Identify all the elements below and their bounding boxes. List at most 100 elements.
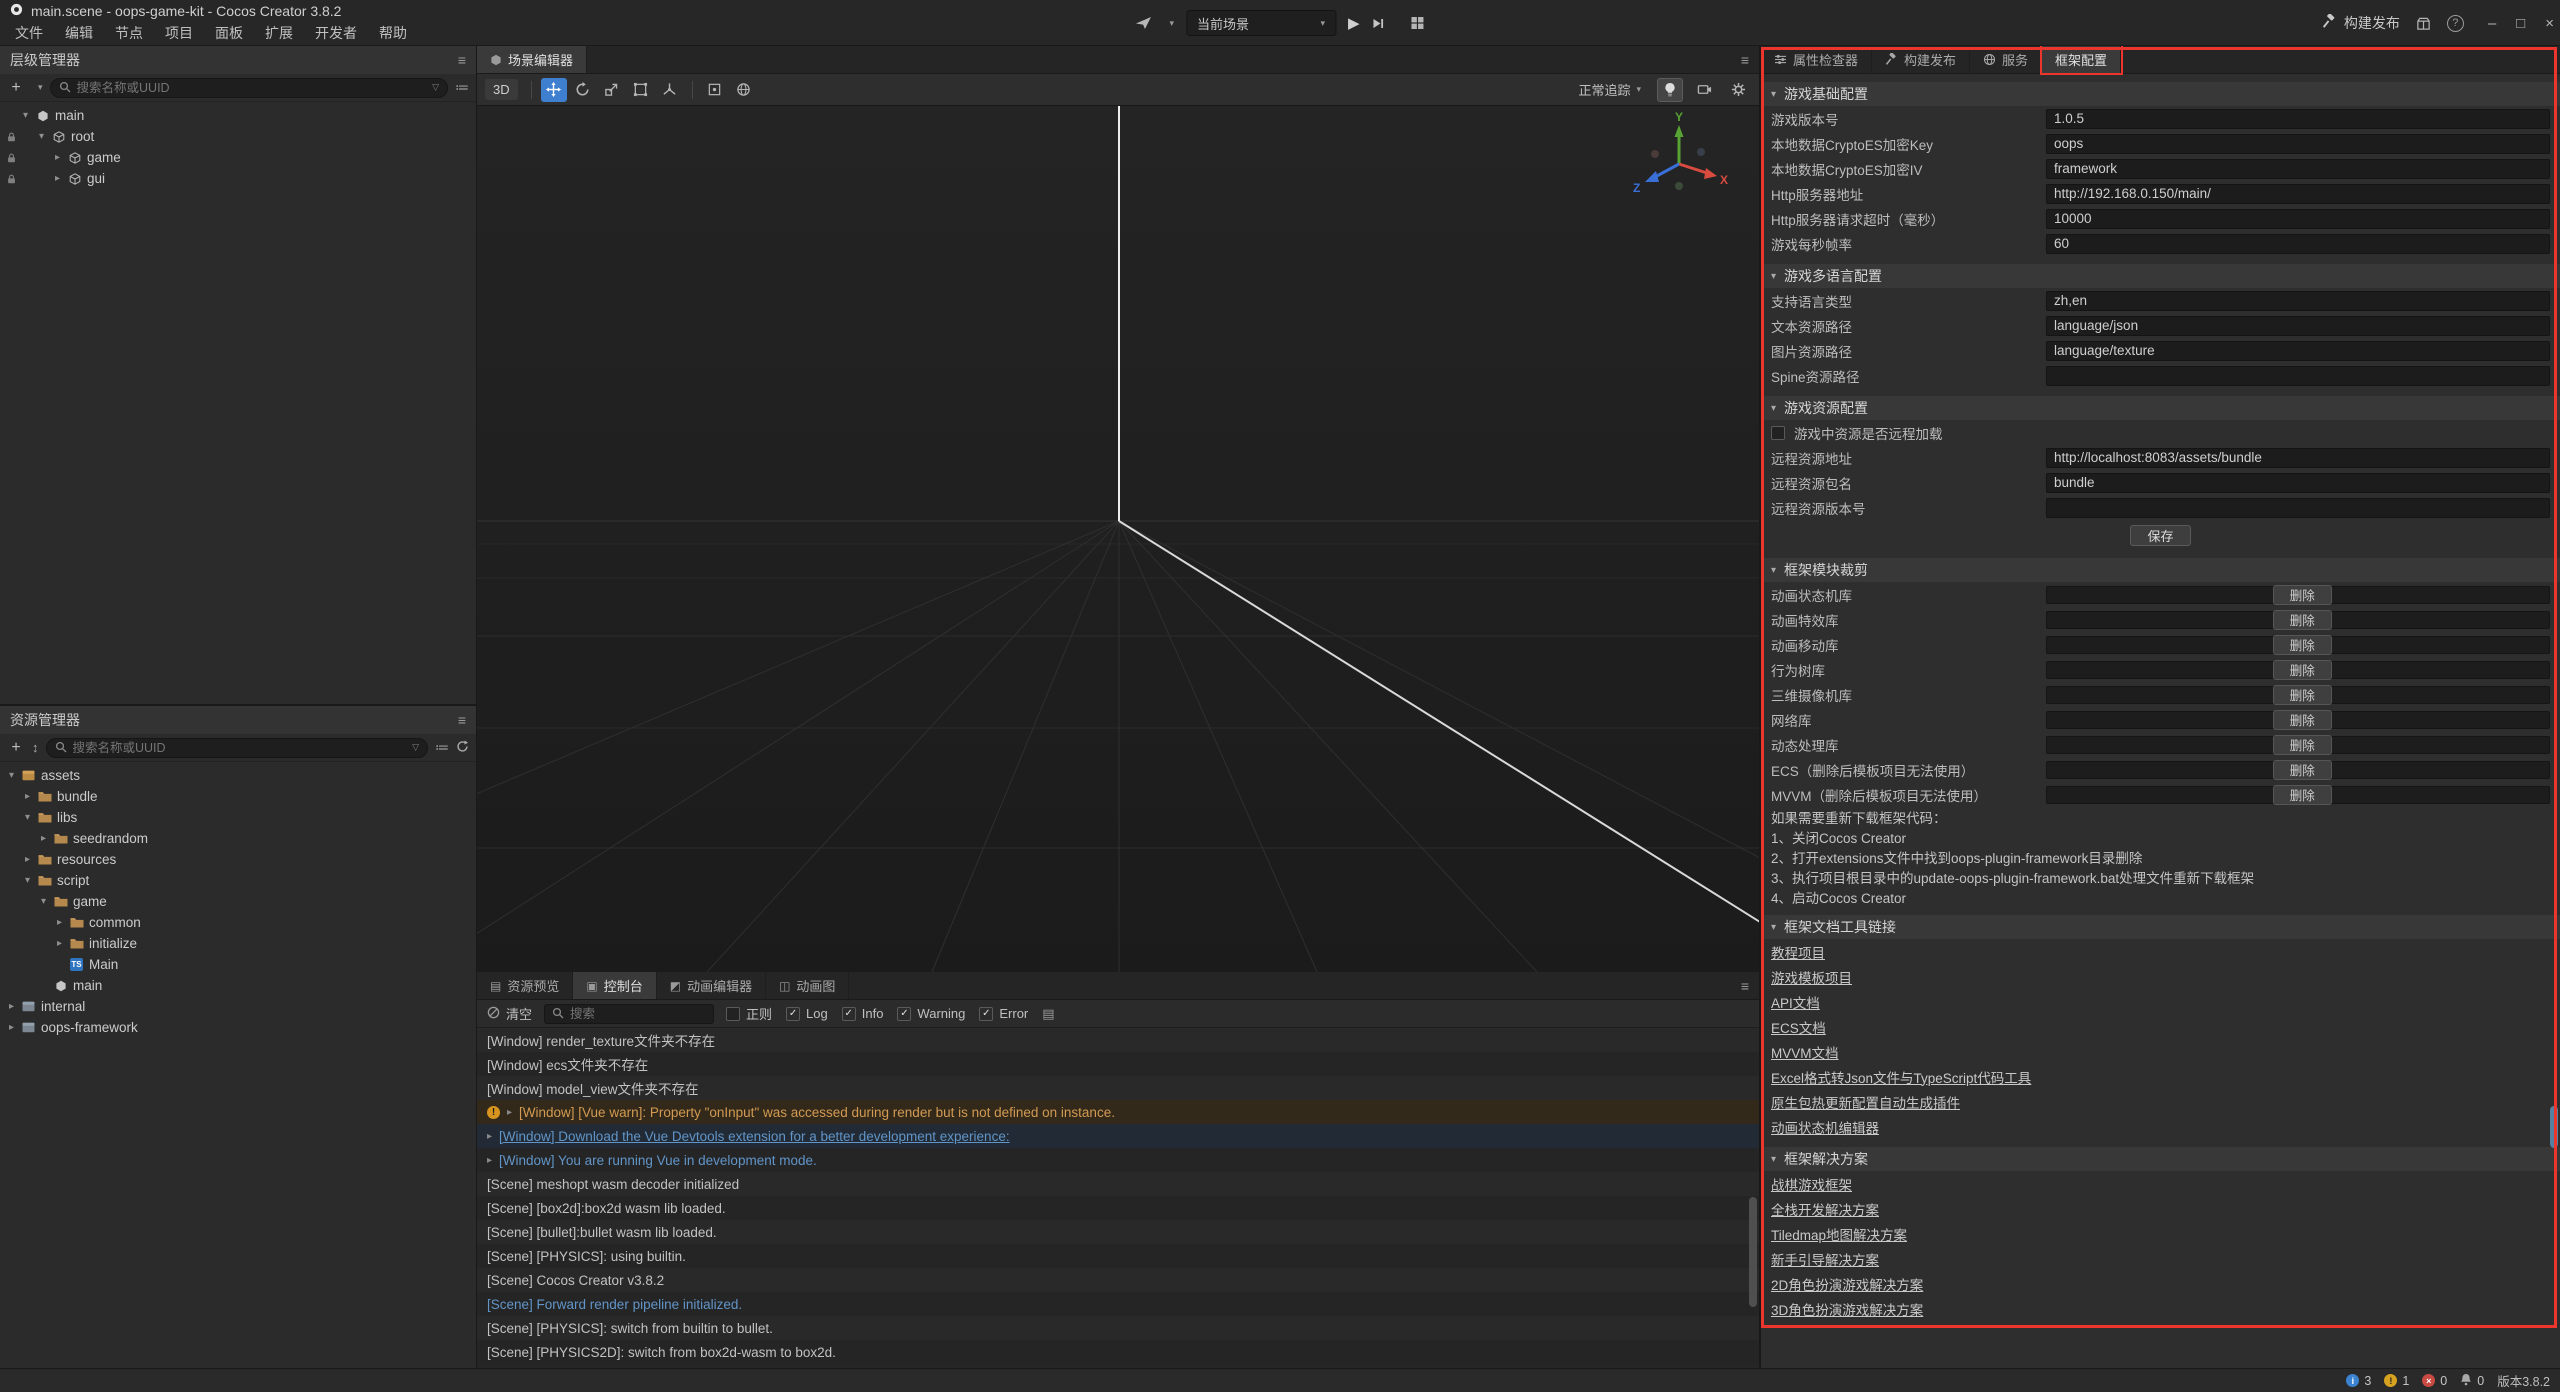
doc-link[interactable]: 原生包热更新配置自动生成插件 — [1771, 1092, 1960, 1112]
property-input[interactable]: language/json — [2046, 316, 2550, 336]
error-count-indicator[interactable]: × 0 — [2422, 1374, 2447, 1388]
move-tool-icon[interactable] — [541, 78, 567, 102]
create-node-dropdown-icon[interactable]: ▾ — [38, 82, 43, 93]
section-header[interactable]: ▾游戏资源配置 — [1761, 396, 2560, 420]
hierarchy-search-input[interactable] — [77, 81, 427, 95]
menu-item[interactable]: 项目 — [154, 23, 204, 43]
property-input[interactable]: zh,en — [2046, 291, 2550, 311]
console-log-row[interactable]: [Scene] [box2d]:box2d wasm lib loaded. — [477, 1196, 1759, 1220]
console-log-row[interactable]: [Window] render_texture文件夹不存在 — [477, 1028, 1759, 1052]
notification-indicator[interactable]: 0 — [2460, 1373, 2484, 1389]
delete-button[interactable]: 删除 — [2273, 610, 2332, 630]
menu-item[interactable]: 扩展 — [254, 23, 304, 43]
inspector-scrollbar[interactable] — [2550, 1106, 2558, 1148]
coordinate-toggle-icon[interactable] — [731, 78, 757, 102]
step-button[interactable] — [1372, 17, 1385, 30]
console-filter-toggle[interactable]: ✓Error — [979, 1006, 1028, 1021]
expand-arrow-icon[interactable]: ▸ — [487, 1131, 492, 1142]
delete-button[interactable]: 删除 — [2273, 585, 2332, 605]
chevron-right-icon[interactable]: ▸ — [4, 1022, 19, 1033]
scene-tabbar-menu[interactable]: ≡ — [1731, 46, 1759, 73]
hierarchy-search[interactable]: ▽ — [50, 78, 448, 98]
property-input[interactable]: 10000 — [2046, 209, 2550, 229]
lock-icon[interactable] — [4, 153, 18, 163]
console-tab[interactable]: ▣控制台 — [573, 972, 656, 999]
log-file-icon[interactable]: ▤ — [1042, 1006, 1054, 1022]
asset-row[interactable]: main — [0, 975, 476, 996]
console-log-row[interactable]: [Scene] meshopt wasm decoder initialized — [477, 1172, 1759, 1196]
hierarchy-node-row[interactable]: ▾root — [0, 126, 476, 147]
layout-grid-icon[interactable] — [1411, 16, 1425, 30]
property-input[interactable]: http://localhost:8083/assets/bundle — [2046, 448, 2550, 468]
asset-row[interactable]: ▸seedrandom — [0, 828, 476, 849]
package-icon[interactable] — [2416, 16, 2431, 31]
menu-item[interactable]: 节点 — [104, 23, 154, 43]
doc-link[interactable]: Excel格式转Json文件与TypeScript代码工具 — [1771, 1067, 2031, 1087]
property-input[interactable]: bundle — [2046, 473, 2550, 493]
filter-funnel-icon[interactable]: ▽ — [412, 742, 419, 753]
doc-link[interactable]: Tiledmap地图解决方案 — [1771, 1224, 1907, 1244]
inspector-tab[interactable]: 服务 — [1970, 46, 2042, 73]
menu-item[interactable]: 开发者 — [304, 23, 368, 43]
doc-link[interactable]: 3D角色扮演游戏解决方案 — [1771, 1299, 1923, 1319]
preview-platform-dropdown-icon[interactable]: ▾ — [1169, 18, 1174, 29]
chevron-right-icon[interactable]: ▸ — [20, 854, 35, 865]
list-options-icon[interactable]: ≔ — [435, 739, 449, 756]
console-log-row[interactable]: [Scene] [PHYSICS2D]: switch from box2d-w… — [477, 1340, 1759, 1364]
assets-search[interactable]: ▽ — [46, 738, 429, 758]
maximize-button[interactable]: □ — [2516, 15, 2525, 32]
inspector-tab[interactable]: 框架配置 — [2042, 46, 2121, 73]
asset-row[interactable]: ▸internal — [0, 996, 476, 1017]
delete-button[interactable]: 删除 — [2273, 685, 2332, 705]
chevron-down-icon[interactable]: ▾ — [4, 770, 19, 781]
console-log-row[interactable]: [Scene] Cocos Creator v3.8.2 — [477, 1268, 1759, 1292]
delete-button[interactable]: 删除 — [2273, 710, 2332, 730]
chevron-down-icon[interactable]: ▾ — [20, 812, 35, 823]
play-button[interactable]: ▶ — [1348, 14, 1360, 32]
property-input[interactable]: 60 — [2046, 234, 2550, 254]
property-input[interactable]: http://192.168.0.150/main/ — [2046, 184, 2550, 204]
list-options-icon[interactable]: ≔ — [455, 79, 469, 96]
console-log-row[interactable]: [Scene] Forward render pipeline initiali… — [477, 1292, 1759, 1316]
doc-link[interactable]: 动画状态机编辑器 — [1771, 1117, 1879, 1137]
doc-link[interactable]: 游戏模板项目 — [1771, 967, 1852, 987]
checkbox-icon[interactable] — [1771, 426, 1785, 440]
chevron-down-icon[interactable]: ▾ — [18, 110, 33, 121]
expand-arrow-icon[interactable]: ▸ — [507, 1107, 512, 1118]
chevron-right-icon[interactable]: ▸ — [52, 938, 67, 949]
asset-row[interactable]: ▸resources — [0, 849, 476, 870]
chevron-right-icon[interactable]: ▸ — [50, 152, 65, 163]
console-log-row[interactable]: ▸[Window] You are running Vue in develop… — [477, 1148, 1759, 1172]
tab-scene-editor[interactable]: 场景编辑器 — [477, 46, 587, 73]
filter-funnel-icon[interactable]: ▽ — [432, 82, 439, 93]
doc-link[interactable]: 新手引导解决方案 — [1771, 1249, 1879, 1269]
property-input[interactable] — [2046, 498, 2550, 518]
info-count-indicator[interactable]: i 3 — [2346, 1374, 2371, 1388]
doc-link[interactable]: API文档 — [1771, 992, 1820, 1012]
property-input[interactable]: 1.0.5 — [2046, 109, 2550, 129]
warning-count-indicator[interactable]: ! 1 — [2384, 1374, 2409, 1388]
lighting-toggle-icon[interactable] — [1657, 78, 1683, 102]
asset-row[interactable]: ▸oops-framework — [0, 1017, 476, 1038]
section-header[interactable]: ▾游戏基础配置 — [1761, 82, 2560, 106]
help-icon[interactable]: ? — [2447, 15, 2464, 32]
preview-platform-icon[interactable] — [1135, 16, 1151, 30]
hierarchy-node-row[interactable]: ▸gui — [0, 168, 476, 189]
doc-link[interactable]: MVVM文档 — [1771, 1042, 1839, 1062]
camera-settings-icon[interactable] — [1691, 78, 1717, 102]
inspector-tab[interactable]: 属性检查器 — [1761, 46, 1872, 73]
console-log-row[interactable]: ▸[Window] Download the Vue Devtools exte… — [477, 1124, 1759, 1148]
asset-row[interactable]: ▾game — [0, 891, 476, 912]
scene-select-dropdown[interactable]: 当前场景 ▾ — [1186, 10, 1336, 36]
doc-link[interactable]: ECS文档 — [1771, 1017, 1826, 1037]
console-log-row[interactable]: !▸[Window] [Vue warn]: Property "onInput… — [477, 1100, 1759, 1124]
expand-arrow-icon[interactable]: ▸ — [487, 1155, 492, 1166]
chevron-right-icon[interactable]: ▸ — [4, 1001, 19, 1012]
rotate-tool-icon[interactable] — [570, 78, 596, 102]
axis-orientation-gizmo[interactable]: Y X Z — [1629, 112, 1729, 212]
delete-button[interactable]: 删除 — [2273, 760, 2332, 780]
console-log-row[interactable]: [Scene] [PHYSICS]: using builtin. — [477, 1244, 1759, 1268]
property-input[interactable]: framework — [2046, 159, 2550, 179]
property-input[interactable]: oops — [2046, 134, 2550, 154]
scene-settings-gear-icon[interactable] — [1725, 78, 1751, 102]
